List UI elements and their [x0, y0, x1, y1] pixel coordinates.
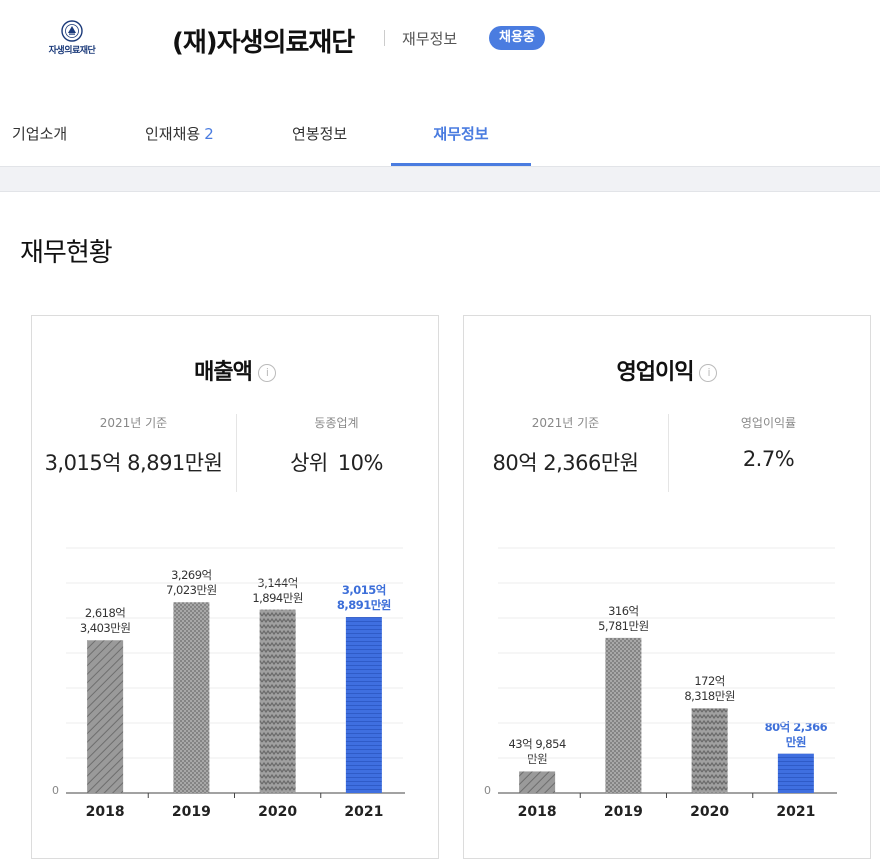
stat-label: 2021년 기준 [99, 416, 168, 430]
header-divider [384, 30, 385, 46]
tab-financial[interactable]: 재무정보 [391, 110, 531, 166]
x-tick-label: 2018 [85, 804, 125, 820]
bar-2019[interactable] [173, 602, 210, 793]
tab-label: 연봉정보 [292, 125, 348, 143]
stat-value: 80억 2,366만원 [492, 451, 639, 475]
company-logo[interactable]: 자생의료재단 [44, 20, 100, 60]
stat-label: 2021년 기준 [531, 416, 600, 430]
revenue-chart: 2,618억 3,403만원 2018 3,269억 7,023만원 2019 3,144억… [52, 546, 407, 826]
tab-label: 인재채용 [145, 125, 201, 143]
tab-recruitment[interactable]: 인재채용 2 [145, 110, 214, 166]
stat-value: 상위 10% [235, 447, 438, 477]
bar-2020[interactable] [259, 609, 296, 793]
x-tick-label: 2018 [517, 804, 557, 820]
bar-2018[interactable] [519, 771, 556, 793]
stat-prefix: 상위 [290, 451, 328, 475]
revenue-card: 매출액 i 2021년 기준 3,015억 8,891만원 동종업계 상위 10% … [31, 315, 439, 859]
stat-base-year: 2021년 기준 3,015억 8,891만원 [32, 414, 235, 477]
x-tick-label: 2020 [258, 804, 298, 820]
tab-salary[interactable]: 연봉정보 [292, 110, 347, 166]
section-band [0, 166, 880, 192]
x-tick-label: 2019 [603, 804, 643, 820]
section-title: 재무현황 [20, 238, 113, 268]
hiring-badge[interactable]: 채용중 [489, 26, 545, 50]
card-title-text: 영업이익 [616, 360, 695, 385]
operating-profit-card: 영업이익 i 2021년 기준 80억 2,366만원 영업이익률 2.7% 43… [463, 315, 871, 859]
stat-label: 동종업계 [314, 416, 359, 430]
stat-number: 10% [337, 451, 384, 475]
stat-industry: 동종업계 상위 10% [235, 414, 438, 477]
company-header: 자생의료재단 (재)자생의료재단 재무정보 채용중 [0, 0, 880, 90]
x-tick-label: 2020 [690, 804, 730, 820]
logo-text: 자생의료재단 [48, 46, 96, 56]
stat-margin: 영업이익률 2.7% [667, 414, 870, 471]
bar-2020[interactable] [691, 708, 728, 793]
bar-2018[interactable] [87, 640, 124, 793]
chart-svg [498, 547, 837, 798]
stat-label: 영업이익률 [740, 416, 797, 430]
stat-value: 3,015억 8,891만원 [44, 451, 223, 475]
stat-base-year: 2021년 기준 80억 2,366만원 [464, 414, 667, 477]
card-title-text: 매출액 [194, 360, 253, 385]
bar-2021[interactable] [777, 753, 814, 793]
x-tick-label: 2021 [344, 804, 384, 820]
bar-2019[interactable] [605, 637, 642, 793]
tab-bar: 기업소개 인재채용 2 연봉정보 재무정보 [0, 110, 880, 166]
info-icon[interactable]: i [699, 364, 718, 382]
x-tick-label: 2019 [171, 804, 211, 820]
x-tick-label: 2021 [776, 804, 816, 820]
tab-label: 기업소개 [12, 125, 68, 143]
card-title: 영업이익 i [464, 354, 870, 386]
header-subtitle: 재무정보 [402, 30, 458, 48]
company-name: (재)자생의료재단 [172, 28, 355, 58]
logo-emblem-icon [61, 20, 83, 42]
card-title: 매출액 i [32, 354, 438, 386]
y-tick-label: 0 [52, 784, 59, 797]
tab-count: 2 [204, 125, 214, 143]
info-icon[interactable]: i [257, 364, 276, 382]
y-tick-label: 0 [484, 784, 491, 797]
bar-2021[interactable] [345, 617, 382, 793]
tab-company-intro[interactable]: 기업소개 [12, 110, 67, 166]
tab-label: 재무정보 [433, 125, 489, 143]
operating-profit-chart: 43억 9,854 만원 2018 316억 5,781만원 2019 172억 8,318만… [484, 546, 839, 826]
chart-svg [66, 547, 405, 798]
stat-value: 2.7% [742, 447, 795, 471]
